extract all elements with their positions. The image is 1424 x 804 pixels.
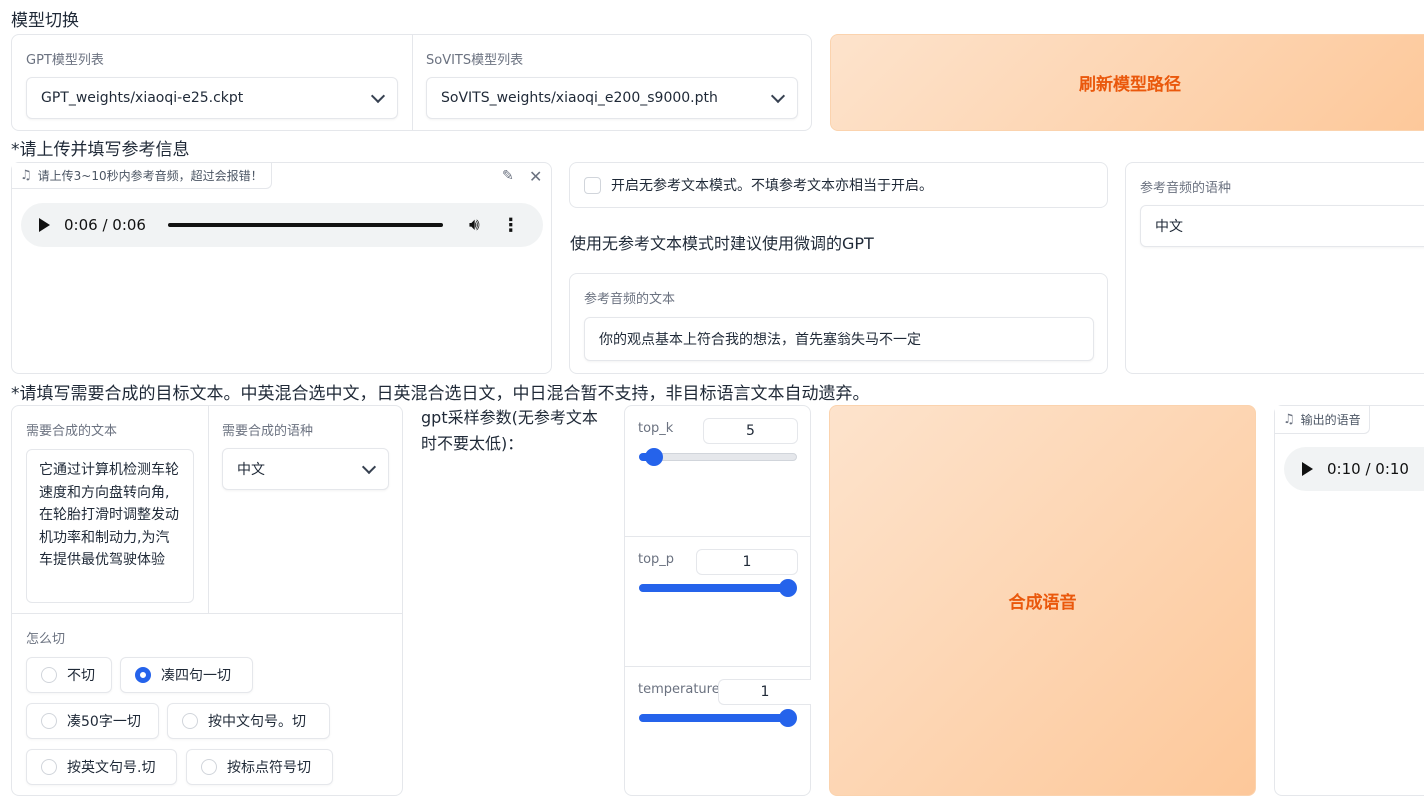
top-p-label: top_p [638,552,675,567]
output-audio-time: 0:10 / 0:10 [1327,460,1409,478]
play-icon[interactable] [1302,462,1313,476]
volume-icon[interactable]: 🔊︎ [469,215,480,235]
reference-audio-tag: ♫ 请上传3~10秒内参考音频，超过会报错！ [12,163,272,189]
slider-handle[interactable] [779,709,797,727]
cut-option-label: 按英文句号.切 [67,760,156,776]
no-ref-text-checkbox-label: 开启无参考文本模式。不填参考文本亦相当于开启。 [611,178,933,194]
edit-icon[interactable]: ✎ [502,168,514,184]
gpt-model-select[interactable]: GPT_weights/xiaoqi-e25.ckpt [26,77,398,119]
cut-option-punctuation[interactable]: 按标点符号切 [186,749,333,785]
no-ref-text-checkbox[interactable] [584,176,601,194]
cut-option-label: 按中文句号。切 [208,714,306,730]
synthesis-heading: *请填写需要合成的目标文本。中英混合选中文，日英混合选日文，中日混合暂不支持，非… [11,384,870,404]
model-switch-heading: 模型切换 [11,11,79,31]
cut-option-none[interactable]: 不切 [26,657,112,693]
gpt-params-panel: top_k 5 top_p 1 temperature 1 [624,405,811,796]
slider-handle[interactable] [645,448,663,466]
gpt-model-label: GPT模型列表 [26,53,104,68]
chevron-down-icon [770,88,786,103]
slider-fill [639,714,788,722]
radio-circle [41,759,57,775]
radio-circle [182,713,198,729]
cut-option-four-sentences[interactable]: 凑四句一切 [120,657,253,693]
top-p-number-input[interactable]: 1 [696,549,798,575]
cut-option-label: 按标点符号切 [227,760,311,776]
target-lang-label: 需要合成的语种 [222,424,314,439]
sovits-model-label: SoVITS模型列表 [426,53,524,68]
sovits-model-select[interactable]: SoVITS_weights/xiaoqi_e200_s9000.pth [426,77,798,119]
music-note-icon: ♫ [20,168,32,183]
slider-handle[interactable] [779,579,797,597]
cut-option-label: 不切 [67,668,95,684]
reference-heading: *请上传并填写参考信息 [11,140,190,160]
divider [12,613,402,614]
chevron-down-icon [370,88,386,103]
divider [625,536,810,537]
ref-lang-panel: 参考音频的语种 中文 [1125,162,1424,374]
radio-circle [201,759,217,775]
top-k-value: 5 [746,423,755,439]
gpt-model-value: GPT_weights/xiaoqi-e25.ckpt [41,90,244,106]
model-select-panel: GPT模型列表 GPT_weights/xiaoqi-e25.ckpt SoVI… [11,34,812,131]
play-icon[interactable] [39,218,50,232]
cut-option-english-period[interactable]: 按英文句号.切 [26,749,177,785]
target-text-value: 它通过计算机检测车轮速度和方向盘转向角,在轮胎打滑时调整发动机功率和制动力,为汽… [39,462,179,568]
temperature-label: temperature [638,682,720,697]
refresh-model-button[interactable]: 刷新模型路径 [830,34,1424,131]
top-p-slider[interactable] [639,579,797,597]
no-ref-text-hint: 使用无参考文本模式时建议使用微调的GPT [570,234,874,253]
ref-lang-label: 参考音频的语种 [1140,181,1232,196]
ref-text-value: 你的观点基本上符合我的想法，首先塞翁失马不一定 [599,332,921,348]
radio-circle-selected [135,667,151,683]
cut-method-label: 怎么切 [26,632,66,647]
chevron-down-icon [361,459,377,474]
ref-text-panel: 参考音频的文本 你的观点基本上符合我的想法，首先塞翁失马不一定 [569,273,1108,374]
cut-option-50-chars[interactable]: 凑50字一切 [26,703,159,739]
target-lang-value: 中文 [237,462,265,478]
divider [412,35,413,130]
reference-audio-panel: ♫ 请上传3~10秒内参考音频，超过会报错！ ✎ ✕ 0:06 / 0:06 🔊… [11,162,552,374]
output-audio-tag-label: 输出的语音 [1300,413,1361,427]
ref-lang-value: 中文 [1155,219,1183,235]
cut-option-label: 凑50字一切 [67,714,141,730]
reference-audio-player[interactable]: 0:06 / 0:06 🔊︎ ⋮ [21,203,543,247]
synthesize-button[interactable]: 合成语音 [829,405,1256,796]
target-text-panel: 需要合成的文本 它通过计算机检测车轮速度和方向盘转向角,在轮胎打滑时调整发动机功… [11,405,403,796]
sovits-model-value: SoVITS_weights/xiaoqi_e200_s9000.pth [441,90,718,106]
cut-option-chinese-period[interactable]: 按中文句号。切 [167,703,330,739]
top-k-number-input[interactable]: 5 [703,418,798,444]
reference-audio-tag-label: 请上传3~10秒内参考音频，超过会报错！ [37,169,263,183]
slider-fill [639,584,788,592]
divider [208,406,209,613]
music-note-icon: ♫ [1283,412,1295,427]
ref-text-label: 参考音频的文本 [584,292,676,307]
divider [625,666,810,667]
gpt-params-label: gpt采样参数(无参考文本时不要太低)： [421,408,598,453]
output-audio-panel: ♫ 输出的语音 0:10 / 0:10 [1274,405,1424,796]
temperature-slider[interactable] [639,709,797,727]
top-k-slider[interactable] [639,448,797,466]
audio-progress-bar[interactable] [167,223,443,227]
temperature-number-input[interactable]: 1 [718,679,811,705]
ref-text-input[interactable]: 你的观点基本上符合我的想法，首先塞翁失马不一定 [584,317,1094,361]
target-text-input[interactable]: 它通过计算机检测车轮速度和方向盘转向角,在轮胎打滑时调整发动机功率和制动力,为汽… [26,449,194,603]
target-text-label: 需要合成的文本 [26,424,118,439]
reference-audio-time: 0:06 / 0:06 [64,216,146,234]
temperature-value: 1 [760,684,770,700]
cut-option-label: 凑四句一切 [161,668,231,684]
ref-lang-select[interactable]: 中文 [1140,205,1424,247]
more-options-icon[interactable]: ⋮ [502,215,520,236]
radio-circle [41,667,57,683]
top-k-label: top_k [638,421,674,436]
output-audio-tag: ♫ 输出的语音 [1275,406,1370,434]
no-ref-text-checkbox-panel[interactable]: 开启无参考文本模式。不填参考文本亦相当于开启。 [569,162,1108,208]
close-icon[interactable]: ✕ [529,167,542,186]
output-audio-player[interactable]: 0:10 / 0:10 [1284,447,1424,491]
radio-circle [41,713,57,729]
target-lang-select[interactable]: 中文 [222,448,389,490]
top-p-value: 1 [742,554,752,570]
